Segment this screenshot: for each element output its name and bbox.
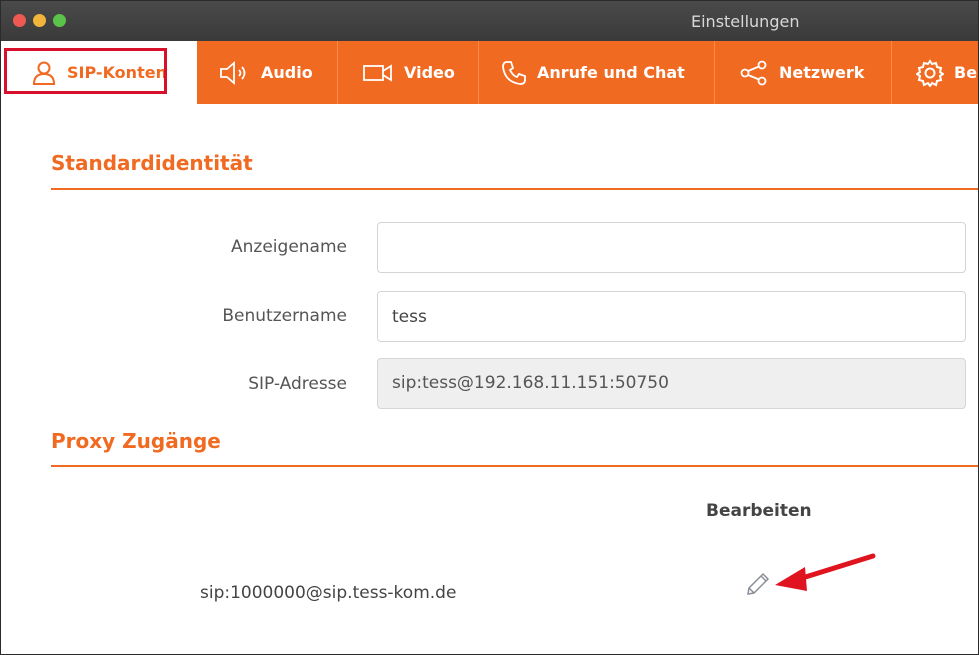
section-divider: [51, 188, 978, 190]
sip-address-field: sip:tess@192.168.11.151:50750: [377, 358, 966, 409]
video-camera-icon: [362, 62, 394, 84]
tab-audio[interactable]: Audio: [197, 41, 338, 104]
annotation-arrow-icon: [771, 549, 881, 598]
zoom-window-button[interactable]: [53, 14, 66, 27]
tab-be[interactable]: Be: [892, 41, 978, 104]
display-name-label: Anzeigename: [231, 237, 347, 257]
tab-anrufe-und-chat[interactable]: Anrufe und Chat: [479, 41, 715, 104]
tab-label: Be: [954, 63, 978, 82]
gear-icon: [916, 58, 944, 87]
sip-address-label: SIP-Adresse: [248, 374, 347, 394]
section-title-standard-identity: Standardidentität: [51, 151, 253, 175]
speaker-icon: [219, 60, 251, 85]
username-label: Benutzername: [222, 306, 347, 326]
minimize-window-button[interactable]: [33, 14, 46, 27]
highlight-box: [4, 48, 167, 94]
share-network-icon: [739, 60, 769, 86]
tab-label: Video: [404, 63, 455, 82]
display-name-field[interactable]: [377, 222, 966, 273]
window-title: Einstellungen: [691, 12, 800, 31]
title-bar: Einstellungen: [1, 1, 978, 41]
tab-label: Netzwerk: [779, 63, 865, 82]
username-field[interactable]: [377, 291, 966, 342]
edit-pencil-icon[interactable]: [745, 571, 771, 597]
phone-icon: [501, 60, 527, 86]
tab-video[interactable]: Video: [338, 41, 479, 104]
section-title-proxy-accounts: Proxy Zugänge: [51, 429, 221, 453]
close-window-button[interactable]: [13, 14, 26, 27]
proxy-account-address: sip:1000000@sip.tess-kom.de: [200, 583, 457, 603]
edit-column-header: Bearbeiten: [706, 501, 812, 521]
tab-sip-konten[interactable]: SIP-Konten: [1, 41, 197, 104]
tab-netzwerk[interactable]: Netzwerk: [715, 41, 892, 104]
section-divider: [51, 465, 978, 467]
tab-label: Audio: [261, 63, 313, 82]
tab-label: Anrufe und Chat: [537, 63, 685, 82]
settings-window: Einstellungen SIP-Konten Audio Video Anr…: [0, 0, 979, 655]
settings-toolbar: SIP-Konten Audio Video Anrufe und Chat N: [1, 41, 978, 104]
